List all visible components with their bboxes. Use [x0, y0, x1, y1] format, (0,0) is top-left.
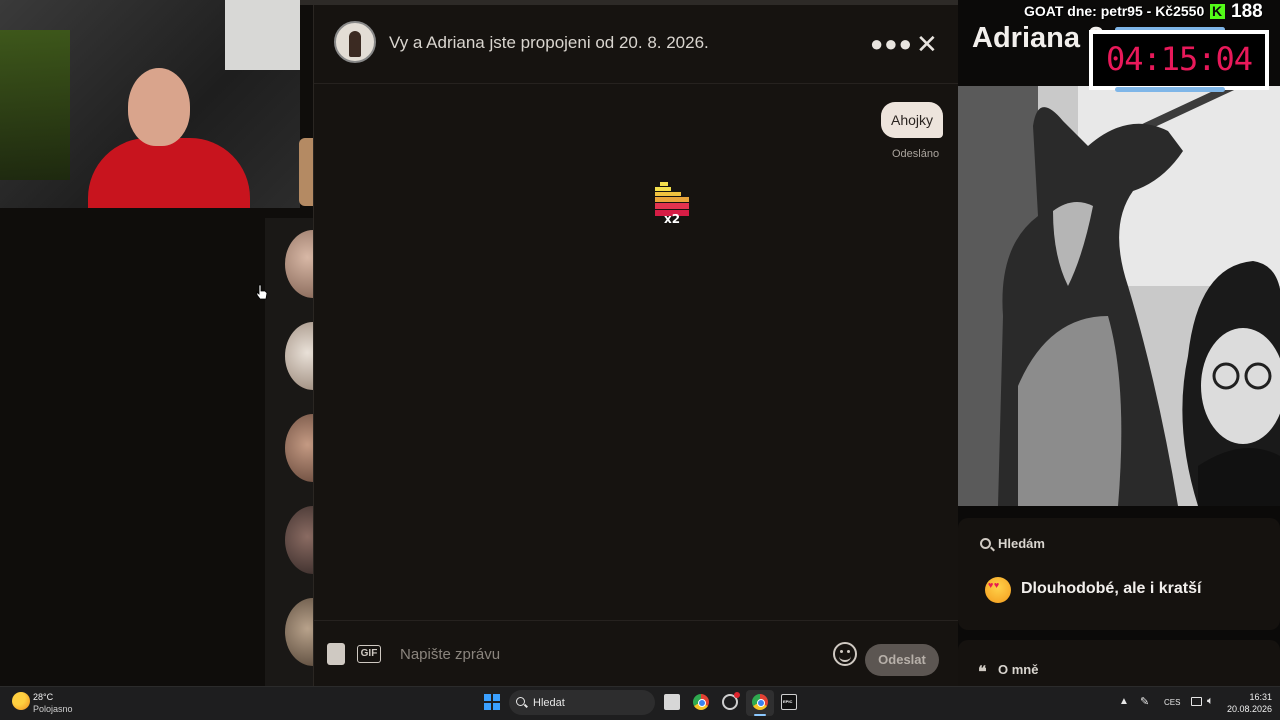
dog-and-woman-photo — [958, 86, 1280, 506]
volume-icon[interactable]: 🔈︎ — [1207, 695, 1214, 708]
search-icon — [980, 538, 991, 549]
match-avatar-strip — [265, 218, 341, 686]
heart-eyes-emoji-icon — [985, 577, 1011, 603]
network-icon[interactable] — [1191, 697, 1202, 706]
viewer-count: 188 — [1231, 1, 1263, 22]
looking-for-value: Dlouhodobé, ale i kratší — [1021, 580, 1202, 597]
webcam-window — [225, 0, 300, 70]
profile-name: Adriana 2 — [972, 22, 1105, 54]
timer-decoration-bottom — [1115, 87, 1225, 92]
taskbar-search-label[interactable]: Hledat — [533, 697, 565, 709]
about-label: O mně — [998, 662, 1039, 677]
pixel-x2-badge-icon: x2 — [655, 182, 689, 224]
webcam-chair — [0, 30, 70, 180]
task-view-icon[interactable] — [664, 694, 680, 710]
goat-of-day-text: GOAT dne: petr95 - Kč2550 — [1024, 3, 1205, 19]
send-button[interactable]: Odeslat — [865, 644, 939, 676]
profile-panel: Adriana 2 Hledám Dlouhodobé, ale i — [958, 0, 1280, 686]
looking-for-label: Hledám — [998, 536, 1045, 551]
stream-timer: 04:15:04 — [1105, 40, 1253, 78]
message-input[interactable] — [400, 639, 820, 669]
chat-panel: Vy a Adriana jste propojeni od 20. 8. 20… — [313, 5, 959, 686]
partial-profile-card[interactable] — [299, 138, 313, 206]
weather-temperature[interactable]: 28°C — [33, 692, 53, 702]
chrome-icon[interactable] — [693, 694, 709, 710]
windows-start-icon[interactable] — [484, 694, 500, 710]
tray-chevron-up-icon[interactable]: ▲ — [1119, 696, 1129, 707]
gif-button[interactable]: GIF — [357, 645, 381, 663]
weather-description[interactable]: Polojasno — [33, 704, 73, 714]
webcam-person-head — [128, 68, 190, 146]
active-app-indicator — [754, 714, 766, 716]
taskbar-search[interactable] — [509, 690, 655, 715]
pen-menu-icon[interactable]: ✎ — [1140, 695, 1149, 708]
chat-header: Vy a Adriana jste propojeni od 20. 8. 20… — [314, 5, 959, 84]
weather-sun-icon[interactable] — [12, 692, 30, 710]
chrome-active-icon[interactable] — [752, 694, 768, 710]
chat-title: Vy a Adriana jste propojeni od 20. 8. 20… — [389, 33, 709, 52]
left-background — [0, 208, 265, 686]
message-status: Odesláno — [892, 148, 940, 160]
chat-avatar[interactable] — [334, 21, 376, 63]
kick-logo-icon — [1210, 3, 1225, 19]
contact-card-icon[interactable] — [327, 643, 345, 665]
quote-icon: ❝ — [978, 664, 987, 681]
hand-cursor-icon — [256, 284, 268, 300]
clock-date[interactable]: 20.08.2026 — [1220, 704, 1272, 714]
more-dots-icon[interactable]: ●●● — [870, 33, 913, 55]
steam-icon[interactable] — [722, 692, 740, 710]
streamer-webcam — [0, 0, 300, 208]
language-indicator[interactable]: CES — [1164, 698, 1180, 707]
looking-for-card — [958, 518, 1280, 630]
profile-photo[interactable] — [958, 86, 1280, 506]
message-bubble[interactable]: Ahojky — [881, 102, 944, 138]
epic-games-icon[interactable] — [781, 694, 797, 710]
webcam-person-body — [88, 138, 250, 208]
badge-text: x2 — [664, 212, 680, 224]
close-icon[interactable]: ✕ — [916, 31, 938, 57]
clock-time[interactable]: 16:31 — [1240, 692, 1272, 702]
search-icon — [516, 697, 525, 706]
emoji-icon[interactable] — [833, 642, 857, 666]
